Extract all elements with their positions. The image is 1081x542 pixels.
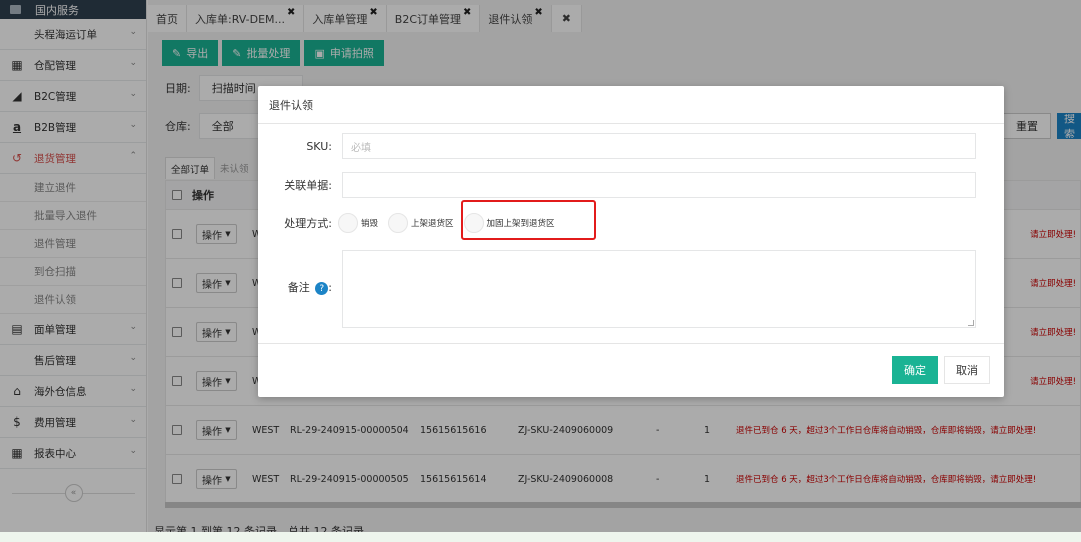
bottom-bar (0, 532, 1081, 542)
return-claim-dialog: 退件认领 SKU: 必填 关联单据: 处理方式: 销毁 上架退货区 加固上架到退… (258, 86, 1004, 397)
ref-label: 关联单据: (284, 179, 332, 192)
cancel-button[interactable]: 取消 (944, 356, 990, 384)
method-label: 处理方式: (284, 217, 332, 230)
remark-textarea[interactable] (342, 250, 976, 328)
sku-row: SKU: 必填 (258, 133, 1004, 159)
radio-circle (338, 213, 358, 233)
help-icon[interactable]: ? (315, 282, 329, 296)
remark-text: 备注 (287, 280, 310, 294)
remark-label: 备注 ?: (287, 280, 332, 296)
sku-label: SKU: (306, 139, 332, 153)
radio-label: 上架退货区 (411, 219, 454, 229)
radio-shelve-return[interactable]: 上架退货区 (388, 213, 454, 233)
dialog-title: 退件认领 (258, 86, 1004, 124)
radio-circle (388, 213, 409, 233)
dialog-footer: 确定 取消 (258, 343, 1004, 397)
radio-label: 销毁 (361, 219, 379, 229)
highlight-box (461, 200, 596, 240)
sku-placeholder: 必填 (351, 142, 371, 154)
remark-row: 备注 ?: (258, 278, 338, 296)
ref-input[interactable] (342, 172, 976, 198)
radio-destroy[interactable]: 销毁 (338, 213, 378, 233)
confirm-button[interactable]: 确定 (892, 356, 938, 384)
resize-grip-icon[interactable] (968, 320, 974, 326)
sku-input[interactable]: 必填 (342, 133, 976, 159)
ref-row: 关联单据: (258, 172, 1004, 198)
